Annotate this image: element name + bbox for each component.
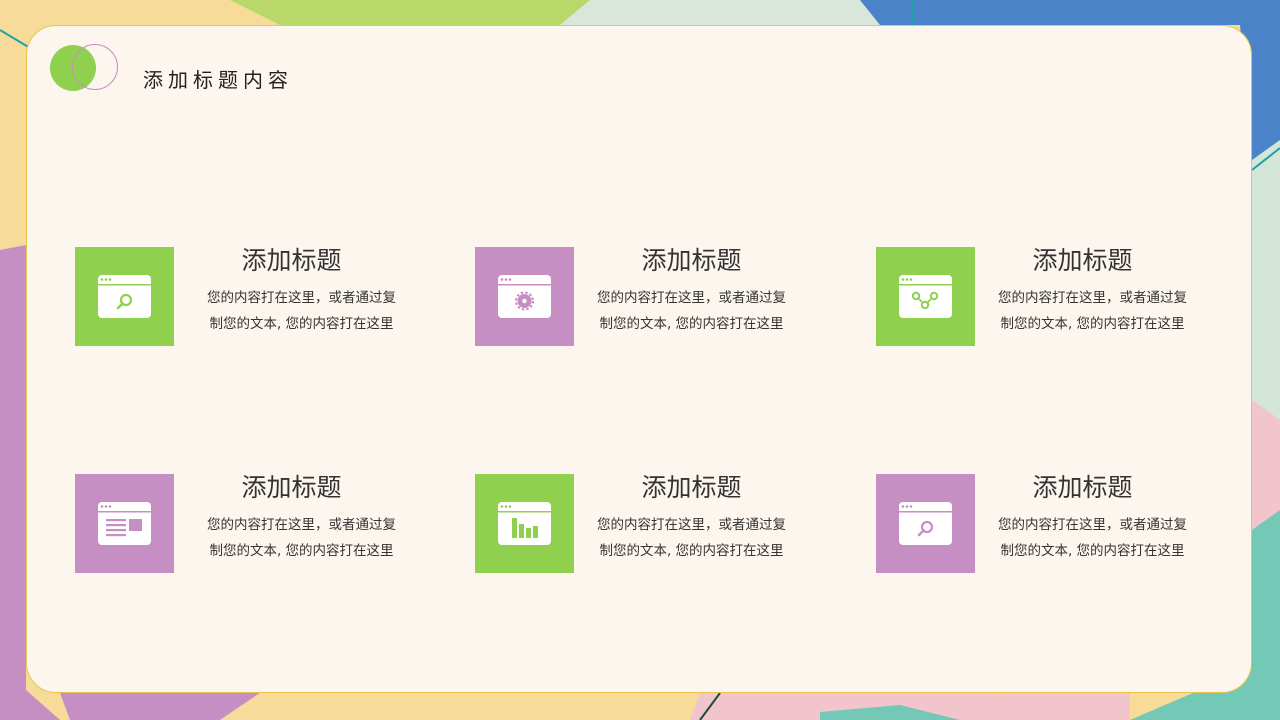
item-text: 您的内容打在这里，或者通过复 制您的文本, 您的内容打在这里	[986, 285, 1199, 337]
content-card	[26, 25, 1252, 693]
icon-tile	[876, 247, 975, 346]
icon-tile	[75, 474, 174, 573]
item-text: 您的内容打在这里，或者通过复 制您的文本, 您的内容打在这里	[585, 512, 798, 564]
item-text-line: 您的内容打在这里，或者通过复	[207, 290, 396, 306]
item-text-line: 您的内容打在这里，或者通过复	[597, 290, 786, 306]
item-text: 您的内容打在这里，或者通过复 制您的文本, 您的内容打在这里	[585, 285, 798, 337]
browser-chart-icon	[498, 502, 551, 545]
browser-search-icon	[98, 275, 151, 318]
item-heading: 添加标题	[641, 473, 742, 502]
item-text-line: 制您的文本, 您的内容打在这里	[209, 543, 394, 559]
item-heading: 添加标题	[1032, 473, 1133, 502]
item-heading: 添加标题	[241, 473, 342, 502]
item-text-line: 制您的文本, 您的内容打在这里	[209, 316, 394, 332]
item-heading: 添加标题	[241, 246, 342, 275]
logo-circles-icon	[50, 44, 120, 94]
feature-item: 添加标题 您的内容打在这里，或者通过复 制您的文本, 您的内容打在这里	[75, 246, 415, 347]
feature-item: 添加标题 您的内容打在这里，或者通过复 制您的文本, 您的内容打在这里	[475, 246, 815, 347]
browser-gear-icon	[498, 275, 551, 318]
item-text-line: 您的内容打在这里，或者通过复	[207, 517, 396, 533]
feature-item: 添加标题 您的内容打在这里，或者通过复 制您的文本, 您的内容打在这里	[75, 473, 415, 574]
browser-article-icon	[98, 502, 151, 545]
feature-item: 添加标题 您的内容打在这里，或者通过复 制您的文本, 您的内容打在这里	[876, 246, 1216, 347]
item-heading: 添加标题	[1032, 246, 1133, 275]
item-heading: 添加标题	[641, 246, 742, 275]
item-text-line: 您的内容打在这里，或者通过复	[998, 290, 1187, 306]
icon-tile	[75, 247, 174, 346]
item-text-line: 制您的文本, 您的内容打在这里	[1000, 316, 1185, 332]
item-text-line: 您的内容打在这里，或者通过复	[597, 517, 786, 533]
item-text-line: 制您的文本, 您的内容打在这里	[599, 316, 784, 332]
feature-item: 添加标题 您的内容打在这里，或者通过复 制您的文本, 您的内容打在这里	[475, 473, 815, 574]
item-text: 您的内容打在这里，或者通过复 制您的文本, 您的内容打在这里	[986, 512, 1199, 564]
browser-network-icon	[899, 275, 952, 318]
icon-tile	[876, 474, 975, 573]
icon-tile	[475, 474, 574, 573]
item-text-line: 制您的文本, 您的内容打在这里	[1000, 543, 1185, 559]
item-text: 您的内容打在这里，或者通过复 制您的文本, 您的内容打在这里	[195, 512, 408, 564]
item-text-line: 您的内容打在这里，或者通过复	[998, 517, 1187, 533]
item-text-line: 制您的文本, 您的内容打在这里	[599, 543, 784, 559]
feature-item: 添加标题 您的内容打在这里，或者通过复 制您的文本, 您的内容打在这里	[876, 473, 1216, 574]
item-text: 您的内容打在这里，或者通过复 制您的文本, 您的内容打在这里	[195, 285, 408, 337]
icon-tile	[475, 247, 574, 346]
page-title: 添加标题内容	[143, 68, 293, 92]
browser-search-icon	[899, 502, 952, 545]
